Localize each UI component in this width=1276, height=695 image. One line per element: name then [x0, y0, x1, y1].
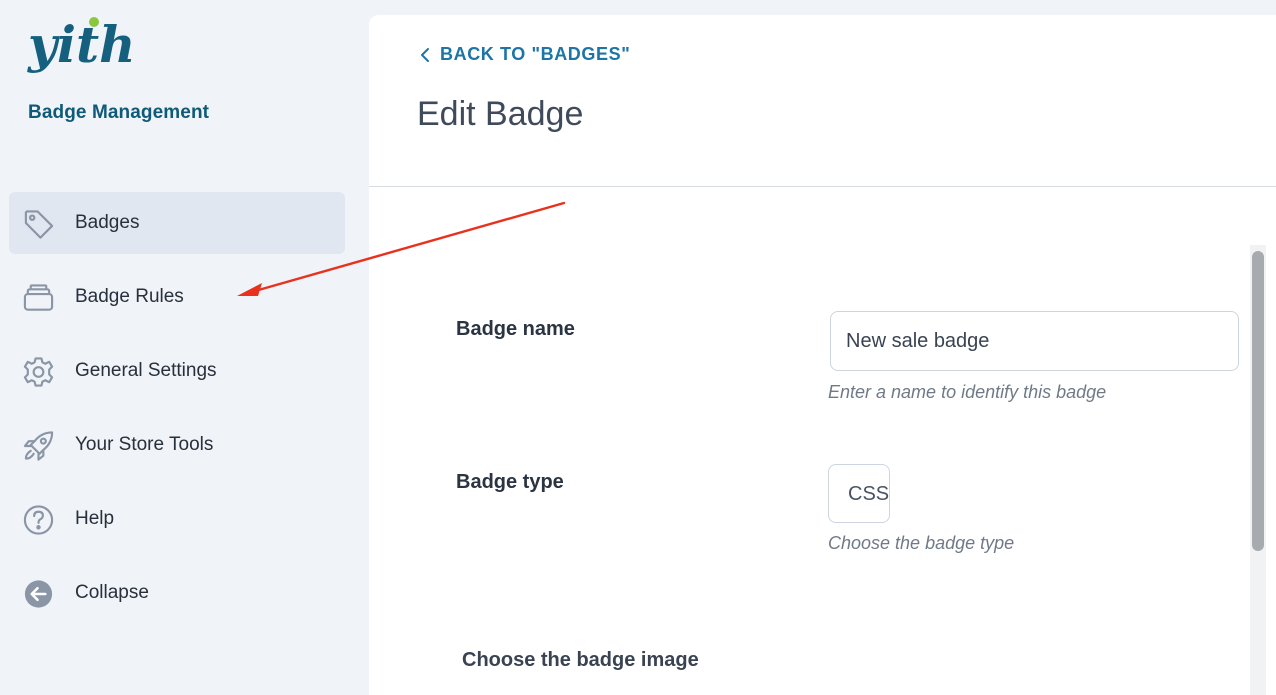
- sidebar-item-label: Help: [75, 508, 115, 529]
- badge-image-label: Choose the badge image: [462, 649, 699, 671]
- badge-type-selector[interactable]: CSS: [828, 464, 890, 523]
- sidebar-item-help[interactable]: Help: [9, 488, 345, 550]
- sidebar-item-your-store-tools[interactable]: Your Store Tools: [9, 414, 345, 476]
- badge-type-help: Choose the badge type: [828, 533, 1015, 553]
- badge-type-label: Badge type: [456, 471, 564, 493]
- stack-icon: [22, 281, 55, 314]
- badge-name-label: Badge name: [456, 318, 575, 340]
- badge-name-help: Enter a name to identify this badge: [828, 382, 1107, 402]
- sidebar-item-label: Badge Rules: [75, 286, 184, 307]
- gear-icon: [22, 355, 55, 388]
- brand-subtitle: Badge Management: [28, 102, 210, 123]
- sidebar-item-label: General Settings: [75, 360, 217, 381]
- back-to-badges-link[interactable]: BACK TO "BADGES": [418, 44, 630, 65]
- rocket-icon: [22, 429, 55, 462]
- sidebar-item-general-settings[interactable]: General Settings: [9, 340, 345, 402]
- sidebar-item-collapse[interactable]: Collapse: [9, 562, 345, 624]
- sidebar-item-badges[interactable]: Badges: [9, 192, 345, 254]
- page-header: BACK TO "BADGES" Edit Badge: [369, 15, 1276, 187]
- back-link-label: BACK TO "BADGES": [440, 44, 631, 64]
- svg-text:yith: yith: [27, 15, 136, 74]
- yith-logo: yith: [27, 15, 136, 74]
- chevron-left-icon: [421, 47, 429, 62]
- sidebar-item-label: Your Store Tools: [75, 434, 214, 455]
- main-panel: BACK TO "BADGES" Edit Badge Badge name E…: [369, 15, 1276, 695]
- page-title: Edit Badge: [417, 95, 584, 133]
- sidebar-item-label: Badges: [75, 212, 140, 233]
- sidebar: yith Badge Management Badges Badge Rules: [0, 0, 360, 695]
- help-circle-icon: [22, 503, 55, 536]
- sidebar-item-label: Collapse: [75, 582, 149, 603]
- badge-type-value: CSS: [848, 483, 890, 505]
- arrow-left-circle-icon: [22, 577, 55, 610]
- badge-name-input[interactable]: [830, 311, 1239, 371]
- tag-icon: [22, 207, 55, 240]
- sidebar-item-badge-rules[interactable]: Badge Rules: [9, 266, 345, 328]
- scrollbar-thumb[interactable]: [1252, 251, 1264, 551]
